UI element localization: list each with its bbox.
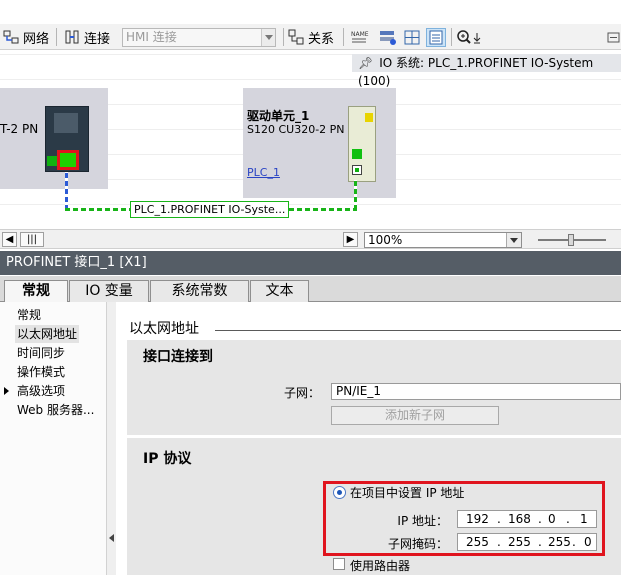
relation-label: 关系: [308, 31, 335, 47]
scroll-right-button[interactable]: ▶: [343, 232, 358, 247]
io-system-banner: 📌︎ IO 系统: PLC_1.PROFINET IO-System (100): [352, 54, 621, 88]
toolbar-separator: [343, 28, 344, 46]
network-view-button[interactable]: 网络: [3, 27, 49, 47]
drive-unit-plc-link[interactable]: PLC_1: [247, 166, 280, 179]
pin-icon[interactable]: 📌︎: [358, 56, 373, 70]
nav-item-time-sync[interactable]: 时间同步: [17, 344, 65, 362]
nav-item-general[interactable]: 常规: [17, 306, 41, 324]
nav-item-ethernet-address[interactable]: 以太网地址: [15, 325, 80, 343]
nav-scrollbar[interactable]: [106, 302, 116, 575]
expand-caret-icon[interactable]: [4, 387, 9, 395]
collapse-arrow-icon[interactable]: [109, 534, 114, 542]
module-display: [54, 113, 78, 133]
drive-unit-type: S120 CU320-2 PN: [247, 123, 345, 136]
drive-port-drop-line: [354, 180, 357, 210]
table-icon: [429, 30, 443, 45]
subnet-select[interactable]: PN/IE_1: [331, 383, 621, 400]
nav-item-advanced-options[interactable]: 高级选项: [17, 382, 65, 400]
zoom-value: 100%: [368, 233, 403, 247]
overflow-button[interactable]: [606, 28, 621, 47]
ip-settings-highlight: [323, 481, 605, 556]
network-toolbar: 网络 连接 HMI 连接 关系 NAME: [0, 0, 621, 50]
horizontal-scroll-thumb[interactable]: |||: [20, 232, 44, 247]
grid-icon: [404, 30, 420, 45]
grid-view-button[interactable]: [402, 28, 422, 47]
tab-texts[interactable]: 文本: [250, 280, 309, 302]
zoom-in-icon: [457, 30, 481, 44]
drive-profinet-port[interactable]: [352, 165, 362, 175]
zoom-button[interactable]: [456, 28, 481, 47]
hmi-select-value: HMI 连接: [126, 30, 177, 44]
drive-unit-title: 驱动单元_1: [247, 109, 310, 123]
port-led: [355, 168, 359, 172]
show-names-button[interactable]: NAME: [349, 28, 369, 47]
drive-module[interactable]: [348, 106, 376, 182]
nav-item-web-server[interactable]: Web 服务器...: [17, 401, 94, 419]
toolbar-separator: [56, 28, 57, 46]
zoom-select[interactable]: 100%: [364, 232, 522, 248]
toolbar-separator: [283, 28, 284, 46]
relation-button[interactable]: 关系: [288, 27, 334, 47]
chevron-down-icon: [261, 29, 275, 46]
add-new-subnet-button[interactable]: 添加新子网: [331, 406, 499, 425]
relation-icon: [288, 29, 304, 45]
use-router-checkbox[interactable]: [333, 558, 345, 570]
properties-tabs: 常规 IO 变量 系统常数 文本: [0, 276, 621, 303]
module-led-yellow: [365, 113, 373, 122]
section-title: 以太网地址: [129, 321, 199, 337]
use-router-label: 使用路由器: [350, 559, 411, 573]
module-led-green: [352, 149, 362, 159]
connect-label: 连接: [84, 31, 111, 47]
plc-device-name: T-2 PN: [0, 122, 39, 136]
properties-nav-tree: 常规 以太网地址 时间同步 操作模式 高级选项 Web 服务器...: [0, 302, 116, 575]
interface-panel-title: 接口连接到: [143, 349, 213, 365]
tab-io-tags[interactable]: IO 变量: [69, 280, 149, 302]
subnet-label: 子网：: [283, 386, 320, 400]
eye-grid-icon: [380, 31, 396, 45]
toolbar-separator: [451, 28, 452, 46]
scroll-left-button[interactable]: ◀: [2, 232, 17, 247]
hmi-connection-select[interactable]: HMI 连接: [122, 28, 276, 47]
top-blank-strip: [0, 0, 621, 24]
plc-profinet-port-highlighted[interactable]: [57, 150, 79, 170]
profinet-network-label[interactable]: PLC_1.PROFINET IO-Syste...: [130, 201, 290, 218]
table-view-button[interactable]: [426, 28, 446, 47]
name-tag-icon: NAME: [351, 31, 369, 43]
tab-general[interactable]: 常规: [4, 280, 68, 303]
zoom-slider-thumb[interactable]: [568, 234, 574, 246]
svg-text:NAME: NAME: [351, 31, 369, 38]
properties-title-bar: PROFINET 接口_1 [X1]: [0, 251, 621, 275]
tab-system-constants[interactable]: 系统常数: [150, 280, 249, 302]
section-divider: [215, 330, 621, 331]
network-icon: [3, 30, 19, 44]
plc-port-indicator: [47, 156, 57, 166]
connection-icon: [65, 30, 79, 44]
connect-button[interactable]: 连接: [64, 27, 110, 47]
nav-item-operating-mode[interactable]: 操作模式: [17, 363, 65, 381]
chevron-down-icon: [506, 233, 521, 247]
ip-protocol-title: IP 协议: [143, 451, 192, 467]
canvas-scrollbar-row: ◀ ||| ▶ 100%: [0, 229, 621, 249]
highlight-button[interactable]: [378, 28, 398, 47]
plc-port-drop-line: [65, 172, 68, 210]
network-label: 网络: [23, 31, 50, 47]
overflow-icon: [607, 32, 620, 43]
